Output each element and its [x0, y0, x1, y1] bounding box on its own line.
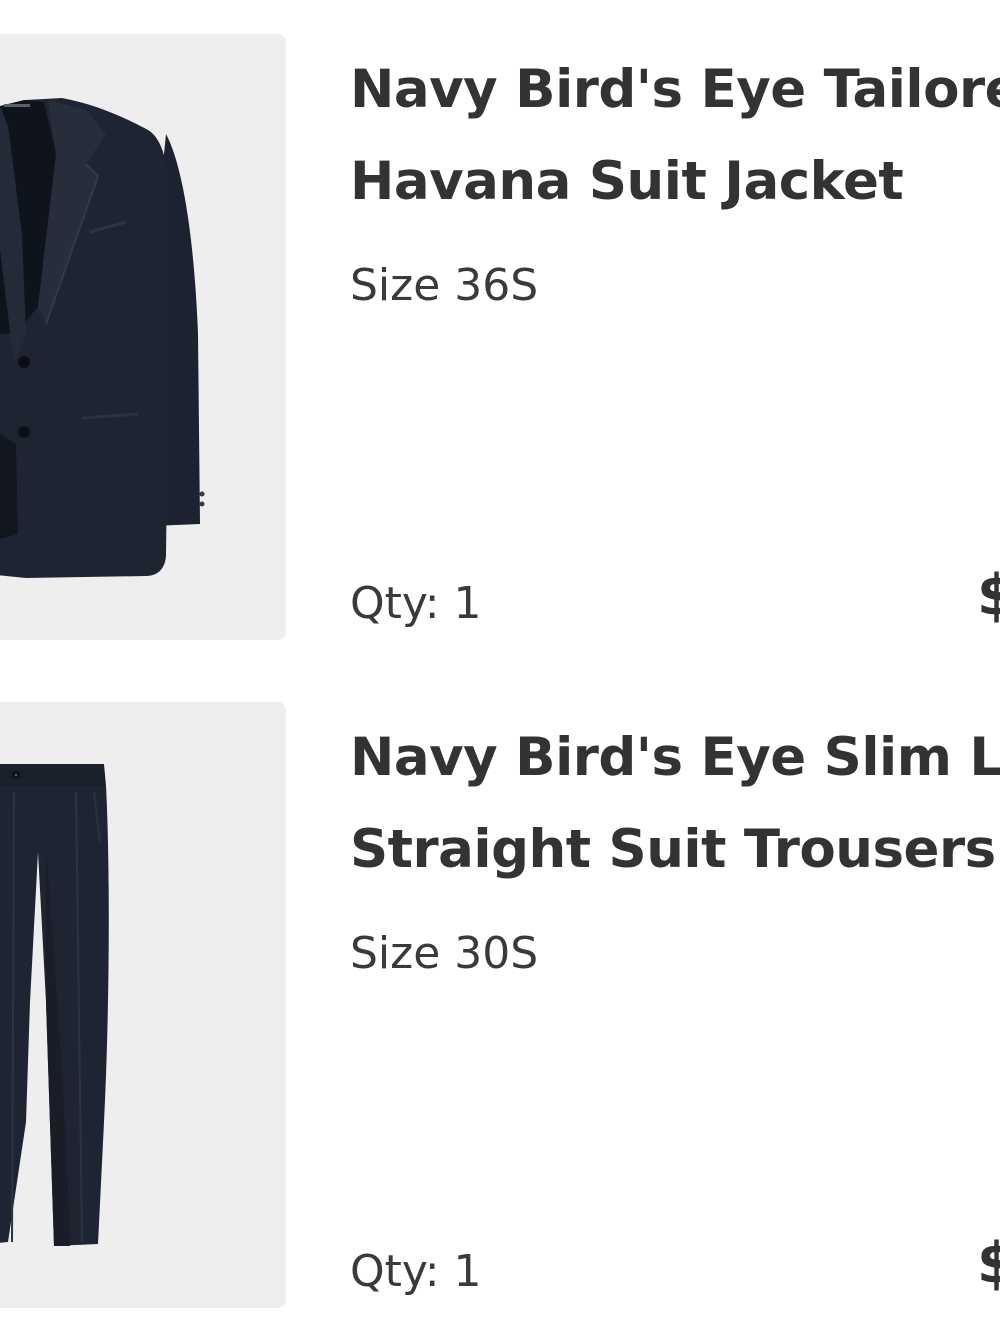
- cart-item-jacket[interactable]: Navy Bird's Eye Tailore Havana Suit Jack…: [0, 34, 1000, 640]
- product-price: $: [977, 1231, 1000, 1296]
- suit-jacket-image: [0, 98, 205, 578]
- product-title-line-1[interactable]: Navy Bird's Eye Tailore: [350, 44, 1000, 136]
- cart-item-trousers[interactable]: Navy Bird's Eye Slim Le Straight Suit Tr…: [0, 702, 1000, 1308]
- product-title[interactable]: Navy Bird's Eye Tailore Havana Suit Jack…: [350, 44, 1000, 228]
- cart-item-list: Navy Bird's Eye Tailore Havana Suit Jack…: [0, 0, 1000, 1333]
- product-title-line-2[interactable]: Straight Suit Trousers: [350, 804, 1000, 896]
- product-thumbnail-trousers[interactable]: [0, 702, 286, 1308]
- product-thumbnail-jacket[interactable]: [0, 34, 286, 640]
- product-price: $: [977, 563, 1000, 628]
- product-size: Size 36S: [350, 260, 539, 311]
- product-title-line-2[interactable]: Havana Suit Jacket: [350, 136, 1000, 228]
- product-quantity: Qty: 1: [350, 578, 482, 629]
- suit-trousers-image: [0, 764, 109, 1246]
- product-title[interactable]: Navy Bird's Eye Slim Le Straight Suit Tr…: [350, 712, 1000, 896]
- product-title-line-1[interactable]: Navy Bird's Eye Slim Le: [350, 712, 1000, 804]
- product-quantity: Qty: 1: [350, 1246, 482, 1297]
- product-size: Size 30S: [350, 928, 539, 979]
